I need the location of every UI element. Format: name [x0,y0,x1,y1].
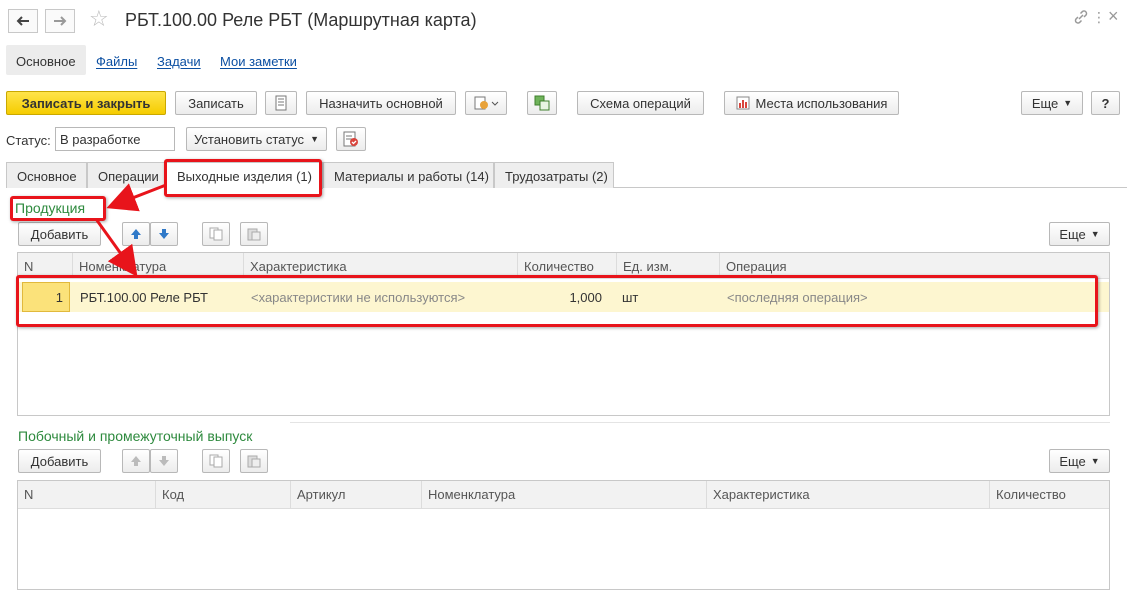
assign-main-button[interactable]: Назначить основной [306,91,456,115]
column-header-n[interactable]: N [18,481,155,509]
copy-icon [209,454,223,468]
more-button[interactable]: Еще ▼ [1021,91,1083,115]
products-more-button[interactable]: Еще ▼ [1049,222,1110,246]
dropdown-arrow-icon: ▼ [1063,98,1073,108]
more-label: Еще [1031,95,1059,111]
usage-places-button[interactable]: Места использования [724,91,899,115]
help-button[interactable]: ? [1091,91,1120,115]
highlight-products-row [16,275,1098,327]
set-status-button[interactable]: Установить статус ▼ [186,127,327,151]
column-header-characteristic[interactable]: Характеристика [706,481,989,509]
arrow-down-icon [159,456,169,466]
nav-tab-notes[interactable]: Мои заметки [210,45,307,75]
column-header-article[interactable]: Артикул [290,481,421,509]
group-divider [290,422,1110,423]
chart-icon [736,96,749,110]
report-button[interactable] [265,91,297,115]
document-list-icon [275,95,287,111]
save-and-close-button[interactable]: Записать и закрыть [6,91,166,115]
form-tab-labor[interactable]: Трудозатраты (2) [494,162,614,188]
close-icon[interactable]: × [1108,6,1119,27]
products-add-button[interactable]: Добавить [18,222,101,246]
forward-button[interactable] [45,9,75,33]
column-header-code[interactable]: Код [155,481,290,509]
status-field[interactable]: В разработке [55,127,175,151]
copy-icon [209,227,223,241]
byproducts-more-button[interactable]: Еще ▼ [1049,449,1110,473]
column-header-quantity[interactable]: Количество [989,481,1110,509]
create-based-on-icon [474,96,499,110]
nav-tab-main[interactable]: Основное [6,45,86,75]
byproducts-table: N Код Артикул Номенклатура Характеристик… [17,480,1110,590]
paste-icon [247,455,261,468]
nav-tab-tasks[interactable]: Задачи [147,45,211,75]
create-based-on-button[interactable] [465,91,507,115]
products-more-label: Еще [1059,226,1086,242]
byproducts-copy-button[interactable] [202,449,230,473]
link-icon[interactable] [1073,9,1089,30]
byproducts-move-up-button[interactable] [122,449,150,473]
dropdown-arrow-icon: ▼ [310,134,319,144]
arrow-up-icon [131,229,141,239]
products-move-up-button[interactable] [122,222,150,246]
byproducts-group-title: Побочный и промежуточный выпуск [18,428,253,444]
set-status-label: Установить статус [194,131,305,147]
save-button[interactable]: Записать [175,91,257,115]
more-options-icon[interactable]: ⋮ [1092,9,1106,26]
byproducts-add-button[interactable]: Добавить [18,449,101,473]
highlight-output-tab [164,159,322,197]
byproducts-table-header: N Код Артикул Номенклатура Характеристик… [18,481,1109,509]
usage-places-label: Места использования [755,95,888,111]
structure-button[interactable] [527,91,557,115]
arrow-right-icon [54,16,67,26]
products-move-down-button[interactable] [150,222,178,246]
arrow-left-icon [16,16,29,26]
dropdown-arrow-icon: ▼ [1090,229,1100,239]
status-label: Статус: [6,133,51,148]
dropdown-arrow-icon: ▼ [1090,456,1100,466]
products-copy-button[interactable] [202,222,230,246]
back-button[interactable] [8,9,38,33]
column-header-nomenclature[interactable]: Номенклатура [421,481,706,509]
status-history-button[interactable] [336,127,366,151]
arrow-up-icon [131,456,141,466]
operations-scheme-button[interactable]: Схема операций [577,91,704,115]
window-title: РБТ.100.00 Реле РБТ (Маршрутная карта) [125,10,477,30]
highlight-products-title [10,196,106,221]
checklist-icon [343,131,358,147]
byproducts-more-label: Еще [1059,453,1086,469]
form-tab-main[interactable]: Основное [6,162,87,188]
byproducts-paste-button[interactable] [240,449,268,473]
form-tab-materials[interactable]: Материалы и работы (14) [323,162,494,188]
favorite-star-icon[interactable]: ☆ [89,6,109,32]
byproducts-move-down-button[interactable] [150,449,178,473]
arrow-down-icon [159,229,169,239]
products-paste-button[interactable] [240,222,268,246]
form-tab-operations[interactable]: Операции [87,162,166,188]
nav-tab-files[interactable]: Файлы [86,45,147,75]
paste-icon [247,228,261,241]
hierarchy-icon [534,95,550,111]
